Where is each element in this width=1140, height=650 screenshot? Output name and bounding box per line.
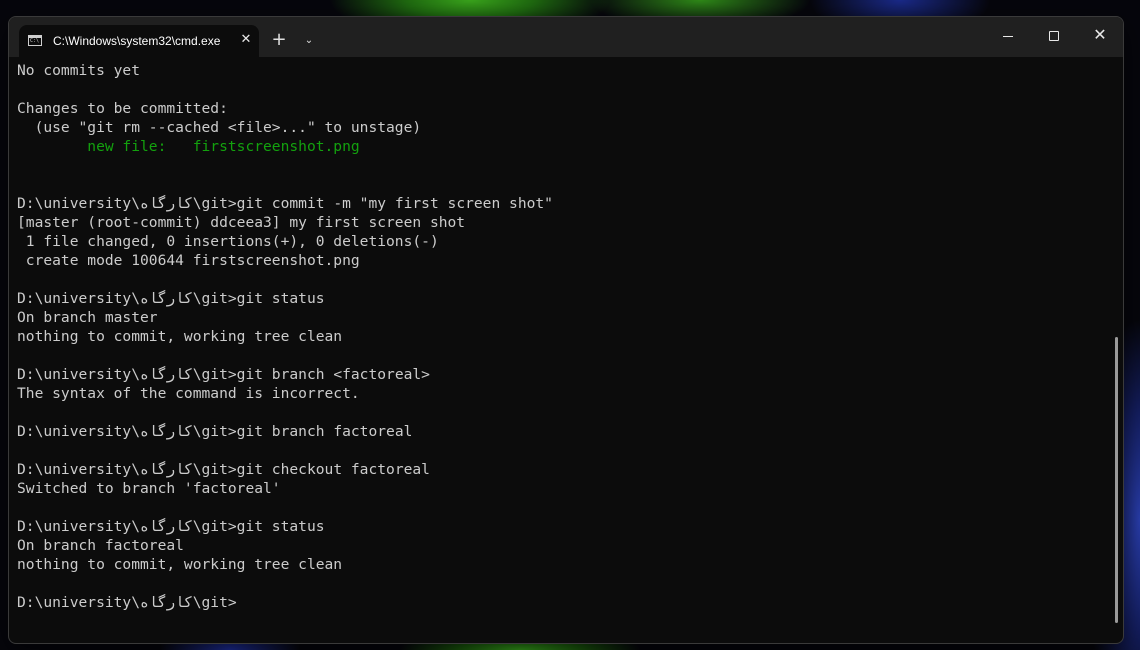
terminal-line: D:\university\کارگاه\git>git branch fact… [17,423,413,440]
terminal-line: D:\university\کارگاه\git>git status [17,518,325,535]
minimize-icon [1003,36,1013,37]
tab-cmd[interactable]: C:\ C:\Windows\system32\cmd.exe ✕ [19,25,259,57]
maximize-button[interactable] [1031,17,1077,55]
cmd-icon-text: C:\ [30,38,40,44]
terminal-output[interactable]: No commits yet Changes to be committed: (… [9,57,1109,643]
terminal-line: D:\university\کارگاه\git>git checkout fa… [17,461,430,478]
terminal-line: The syntax of the command is incorrect. [17,385,360,402]
close-tab-button[interactable]: ✕ [237,31,255,49]
terminal-line: D:\university\کارگاه\git>git status [17,290,325,307]
maximize-icon [1049,31,1059,41]
tab-dropdown-button[interactable]: ⌄ [299,31,319,51]
terminal-window: C:\ C:\Windows\system32\cmd.exe ✕ + ⌄ ✕ … [8,16,1124,644]
minimize-button[interactable] [985,17,1031,55]
terminal-line: (use "git rm --cached <file>..." to unst… [17,119,422,136]
scrollbar-thumb[interactable] [1115,337,1118,623]
close-window-button[interactable]: ✕ [1077,17,1123,55]
terminal-line: Switched to branch 'factoreal' [17,480,281,497]
terminal-line: new file: firstscreenshot.png [17,138,360,155]
terminal-line: nothing to commit, working tree clean [17,328,343,345]
terminal-line: On branch factoreal [17,537,184,554]
terminal-line: D:\university\کارگاه\git>git commit -m "… [17,195,553,212]
terminal-line: create mode 100644 firstscreenshot.png [17,252,360,269]
terminal-line: [master (root-commit) ddceea3] my first … [17,214,466,231]
new-tab-button[interactable]: + [269,31,289,51]
cmd-icon: C:\ [28,35,42,46]
terminal-line: D:\university\کارگاه\git>git branch <fac… [17,366,430,383]
title-bar[interactable]: C:\ C:\Windows\system32\cmd.exe ✕ + ⌄ ✕ [9,17,1123,57]
terminal-line: No commits yet [17,62,141,79]
close-icon: ✕ [1093,25,1107,44]
terminal-line: 1 file changed, 0 insertions(+), 0 delet… [17,233,439,250]
terminal-line: On branch master [17,309,158,326]
scrollbar[interactable] [1113,57,1121,641]
terminal-line: nothing to commit, working tree clean [17,556,343,573]
tab-title: C:\Windows\system32\cmd.exe [53,34,221,48]
terminal-line: Changes to be committed: [17,100,228,117]
terminal-line: D:\university\کارگاه\git> [17,594,237,611]
